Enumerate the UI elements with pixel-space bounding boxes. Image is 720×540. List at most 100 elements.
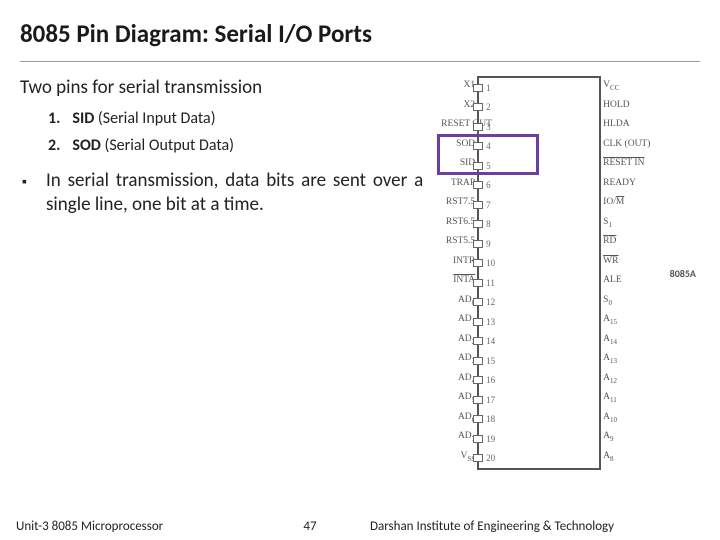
pin-label: X2 — [441, 96, 477, 116]
serial-pin-list: 1. SID (Serial Input Data) 2.SOD (Serial … — [20, 109, 423, 155]
pin-label: A14 — [601, 330, 637, 350]
footer-left: Unit-3 8085 Microprocessor — [0, 519, 280, 534]
pin-box — [473, 84, 483, 92]
pin-box — [473, 415, 483, 423]
pin-label: IO/M — [601, 193, 637, 213]
pin-label: AD6 — [441, 408, 477, 428]
pin-number: 12 — [486, 297, 495, 307]
list-item: 1. SID (Serial Input Data) — [48, 109, 423, 128]
footer: Unit-3 8085 Microprocessor 47 Darshan In… — [0, 519, 720, 534]
pin-label: RESET OUT — [441, 115, 477, 135]
pin-label: A9 — [601, 427, 637, 447]
pin-label: RST5.5 — [441, 232, 477, 252]
pin-box — [473, 162, 483, 170]
pin-diagram: X1X2RESET OUTSODSIDTRAPRST7.5RST6.5RST5.… — [441, 76, 700, 470]
page-number: 47 — [280, 519, 340, 534]
pin-label: AD4 — [441, 369, 477, 389]
pin-box — [473, 240, 483, 248]
pin-number: 3 — [486, 122, 491, 132]
pin-box — [473, 103, 483, 111]
pin-number: 10 — [486, 258, 495, 268]
pin-label: AD0 — [441, 291, 477, 311]
pin-label: AD3 — [441, 349, 477, 369]
pin-label: SOD — [441, 135, 477, 155]
pin-box — [473, 357, 483, 365]
pin-box — [473, 123, 483, 131]
pin-label: S0 — [601, 291, 637, 311]
pin-label: A13 — [601, 349, 637, 369]
pin-label: A12 — [601, 369, 637, 389]
pin-box — [473, 435, 483, 443]
pin-number: 20 — [486, 453, 495, 463]
pin-label: WR — [601, 252, 637, 272]
title-bold: Serial I/O Ports — [215, 18, 372, 49]
pin-label: INTR — [441, 252, 477, 272]
item-num: 1. — [48, 109, 60, 128]
chip-package: 1234567891011121314151617181920 40393837… — [477, 76, 601, 470]
footer-right: Darshan Institute of Engineering & Techn… — [340, 519, 720, 534]
pin-number: 1 — [486, 83, 491, 93]
pin-number: 8 — [486, 219, 491, 229]
item-term: SID — [72, 109, 94, 128]
pin-number: 5 — [486, 161, 491, 171]
pin-label: HLDA — [601, 115, 637, 135]
pin-label: AD7 — [441, 427, 477, 447]
pin-box — [473, 298, 483, 306]
pin-box — [473, 201, 483, 209]
pin-box — [473, 181, 483, 189]
pin-label: INTA — [441, 271, 477, 291]
pin-number: 19 — [486, 434, 495, 444]
pin-label: RST7.5 — [441, 193, 477, 213]
pin-number: 7 — [486, 200, 491, 210]
pin-label: HOLD — [601, 96, 637, 116]
title-prefix: 8085 Pin Diagram: — [20, 18, 215, 49]
pin-label: CLK (OUT) — [601, 135, 637, 155]
list-item: 2.SOD (Serial Output Data) — [48, 136, 423, 155]
pin-number: 18 — [486, 414, 495, 424]
pin-box — [473, 318, 483, 326]
pin-label: AD2 — [441, 330, 477, 350]
pin-box — [473, 220, 483, 228]
slide-title: 8085 Pin Diagram: Serial I/O Ports — [20, 18, 700, 62]
pin-label: AD5 — [441, 388, 477, 408]
pin-number: 15 — [486, 356, 495, 366]
pin-label: A15 — [601, 310, 637, 330]
pin-label: RD — [601, 232, 637, 252]
pin-label: S1 — [601, 213, 637, 233]
pin-label: VSS — [441, 447, 477, 467]
pin-label: SID — [441, 154, 477, 174]
subtitle: Two pins for serial transmission — [20, 76, 423, 99]
chip-label: 8085A — [670, 267, 696, 280]
pin-label: ALE — [601, 271, 637, 291]
pin-label: X1 — [441, 76, 477, 96]
pin-label: A8 — [601, 447, 637, 467]
pin-number: 16 — [486, 375, 495, 385]
item-desc: (Serial Output Data) — [101, 136, 234, 155]
pin-box — [473, 396, 483, 404]
pin-label: AD1 — [441, 310, 477, 330]
item-num: 2. — [48, 136, 60, 155]
pin-label: VCC — [601, 76, 637, 96]
pin-number: 9 — [486, 239, 491, 249]
pin-label: A10 — [601, 408, 637, 428]
pin-box — [473, 337, 483, 345]
pin-label: READY — [601, 174, 637, 194]
pin-number: 4 — [486, 141, 491, 151]
pin-box — [473, 142, 483, 150]
pin-box — [473, 454, 483, 462]
pin-box — [473, 259, 483, 267]
pin-label: A11 — [601, 388, 637, 408]
pin-box — [473, 376, 483, 384]
pin-box — [473, 279, 483, 287]
pin-number: 6 — [486, 180, 491, 190]
bullet-icon: ▪ — [22, 173, 27, 191]
pin-number: 17 — [486, 395, 495, 405]
pin-number: 14 — [486, 336, 495, 346]
pin-number: 2 — [486, 102, 491, 112]
pin-number: 11 — [486, 278, 495, 288]
pin-label: RESET IN — [601, 154, 637, 174]
para-text: In serial transmission, data bits are se… — [46, 169, 423, 216]
pin-label: RST6.5 — [441, 213, 477, 233]
item-desc: (Serial Input Data) — [94, 109, 215, 128]
paragraph: ▪ In serial transmission, data bits are … — [20, 169, 423, 217]
